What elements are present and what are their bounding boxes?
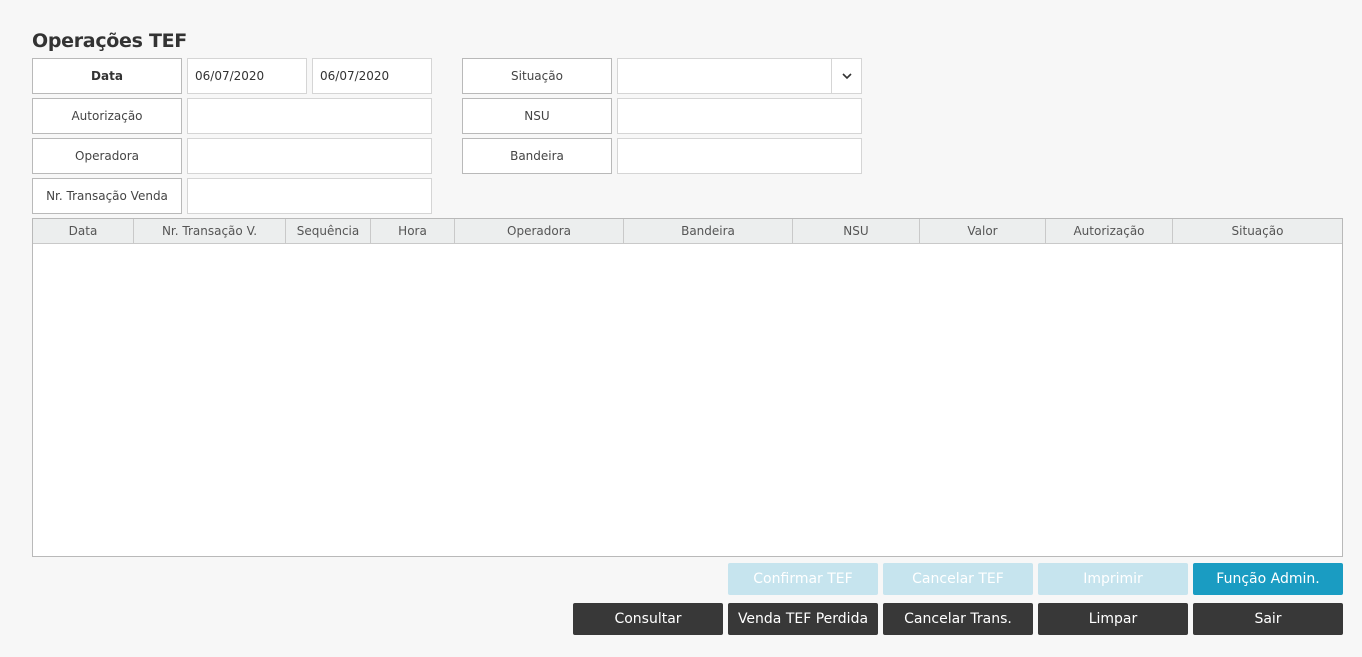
consultar-button[interactable]: Consultar xyxy=(573,603,723,635)
table-header: Data Nr. Transação V. Sequência Hora Ope… xyxy=(33,219,1342,244)
operadora-label: Operadora xyxy=(32,138,182,174)
chevron-down-icon[interactable] xyxy=(831,59,861,93)
imprimir-button[interactable]: Imprimir xyxy=(1038,563,1188,595)
bandeira-input[interactable] xyxy=(617,138,862,174)
venda-tef-perdida-button[interactable]: Venda TEF Perdida xyxy=(728,603,878,635)
column-header-sequencia[interactable]: Sequência xyxy=(286,219,371,243)
situacao-label: Situação xyxy=(462,58,612,94)
operadora-input[interactable] xyxy=(187,138,432,174)
bandeira-label: Bandeira xyxy=(462,138,612,174)
column-header-data[interactable]: Data xyxy=(33,219,134,243)
cancelar-trans-button[interactable]: Cancelar Trans. xyxy=(883,603,1033,635)
data-label: Data xyxy=(32,58,182,94)
cancelar-tef-button[interactable]: Cancelar TEF xyxy=(883,563,1033,595)
autorizacao-label: Autorização xyxy=(32,98,182,134)
column-header-operadora[interactable]: Operadora xyxy=(455,219,624,243)
page-title: Operações TEF xyxy=(32,30,187,52)
column-header-hora[interactable]: Hora xyxy=(371,219,455,243)
transactions-table[interactable]: Data Nr. Transação V. Sequência Hora Ope… xyxy=(32,218,1343,557)
column-header-bandeira[interactable]: Bandeira xyxy=(624,219,793,243)
column-header-valor[interactable]: Valor xyxy=(920,219,1046,243)
nsu-input[interactable] xyxy=(617,98,862,134)
confirmar-tef-button[interactable]: Confirmar TEF xyxy=(728,563,878,595)
situacao-select[interactable] xyxy=(617,58,862,94)
column-header-nsu[interactable]: NSU xyxy=(793,219,920,243)
autorizacao-input[interactable] xyxy=(187,98,432,134)
data-to-input[interactable]: 06/07/2020 xyxy=(312,58,432,94)
sair-button[interactable]: Sair xyxy=(1193,603,1343,635)
column-header-autorizacao[interactable]: Autorização xyxy=(1046,219,1173,243)
column-header-nr-transacao[interactable]: Nr. Transação V. xyxy=(134,219,286,243)
nr-transacao-label: Nr. Transação Venda xyxy=(32,178,182,214)
operacoes-tef-page: Operações TEF Data 06/07/2020 06/07/2020… xyxy=(0,0,1362,657)
nsu-label: NSU xyxy=(462,98,612,134)
column-header-situacao[interactable]: Situação xyxy=(1173,219,1342,243)
funcao-admin-button[interactable]: Função Admin. xyxy=(1193,563,1343,595)
nr-transacao-input[interactable] xyxy=(187,178,432,214)
limpar-button[interactable]: Limpar xyxy=(1038,603,1188,635)
data-from-input[interactable]: 06/07/2020 xyxy=(187,58,307,94)
